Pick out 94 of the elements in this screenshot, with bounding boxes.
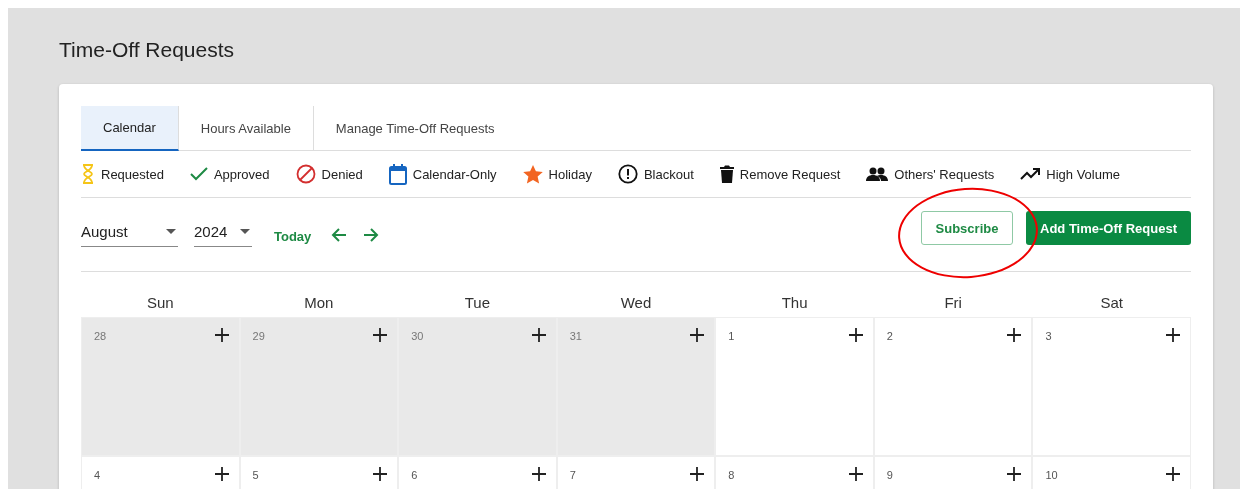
plus-icon <box>848 467 863 481</box>
legend-label: Approved <box>213 166 270 182</box>
trending-up-icon <box>1020 168 1041 180</box>
arrow-left-icon <box>331 227 348 242</box>
day-cell[interactable]: 28 <box>82 318 239 455</box>
hourglass-icon <box>81 164 95 184</box>
add-button[interactable] <box>848 328 863 342</box>
plus-icon <box>531 328 546 342</box>
day-number: 7 <box>569 469 576 481</box>
day-cell[interactable]: 31 <box>557 318 715 455</box>
day-cell[interactable]: 5 <box>240 457 398 489</box>
day-number: 4 <box>94 469 101 481</box>
plus-icon <box>1166 467 1180 481</box>
legend-label: Calendar-Only <box>412 166 497 182</box>
add-button[interactable] <box>214 467 229 481</box>
plus-icon <box>1007 328 1022 342</box>
add-button[interactable] <box>1166 467 1180 481</box>
day-cell[interactable]: 6 <box>399 457 556 489</box>
tab[interactable]: Calendar <box>81 106 179 151</box>
day-number: 9 <box>886 469 893 481</box>
plus-icon <box>1166 328 1180 342</box>
checkmark-icon <box>189 167 208 181</box>
year-dropdown[interactable]: 2024 <box>194 222 252 247</box>
add-request-button[interactable]: Add Time-Off Request <box>1026 211 1191 245</box>
day-cell[interactable]: 29 <box>240 318 398 455</box>
day-number: 30 <box>411 330 424 342</box>
add-button[interactable] <box>531 467 546 481</box>
page-title: Time-Off Requests <box>59 37 235 63</box>
plus-icon <box>214 328 229 342</box>
day-number: 28 <box>94 330 107 342</box>
legend-label: Others' Requests <box>894 166 995 182</box>
day-cell[interactable]: 10 <box>1033 457 1190 489</box>
plus-icon <box>373 328 388 342</box>
add-button[interactable] <box>373 328 388 342</box>
month-dropdown[interactable]: August <box>81 222 178 247</box>
day-cell[interactable]: 30 <box>399 318 556 455</box>
dropdown-caret-icon <box>240 228 250 234</box>
plus-icon <box>531 467 546 481</box>
day-number: 1 <box>728 330 735 342</box>
today-button[interactable]: Today <box>274 229 312 244</box>
day-number: 29 <box>252 330 265 342</box>
legend-label: Blackout <box>643 166 694 182</box>
plus-icon <box>848 328 863 342</box>
legend-label: High Volume <box>1046 166 1120 182</box>
weekday-header: Fri <box>943 294 963 311</box>
day-number: 2 <box>886 330 893 342</box>
legend-label: Denied <box>321 166 363 182</box>
add-button[interactable] <box>531 328 546 342</box>
day-cell[interactable]: 4 <box>82 457 239 489</box>
day-number: 10 <box>1045 469 1058 481</box>
day-cell[interactable]: 7 <box>557 457 715 489</box>
day-cell[interactable]: 9 <box>874 457 1032 489</box>
weekday-header: Mon <box>303 294 335 311</box>
add-button[interactable] <box>373 467 388 481</box>
plus-icon <box>690 467 705 481</box>
plus-icon <box>214 467 229 481</box>
subscribe-button[interactable]: Subscribe <box>921 211 1013 245</box>
exclamation-circle-icon <box>617 164 638 184</box>
tab[interactable]: Hours Available <box>178 106 314 150</box>
weekday-header: Tue <box>463 294 492 311</box>
legend-label: Holiday <box>548 166 592 182</box>
add-button[interactable] <box>690 467 705 481</box>
legend-label: Remove Request <box>739 166 841 182</box>
trash-icon <box>719 165 734 183</box>
add-button[interactable] <box>690 328 705 342</box>
weekday-header: Wed <box>619 294 653 311</box>
tab[interactable]: Manage Time-Off Requests <box>313 106 517 150</box>
people-icon <box>866 167 889 181</box>
day-cell[interactable]: 2 <box>874 318 1032 455</box>
weekday-header: Sun <box>145 294 175 311</box>
day-number: 8 <box>728 469 735 481</box>
day-number: 5 <box>252 469 259 481</box>
day-number: 6 <box>411 469 418 481</box>
star-icon <box>522 164 543 184</box>
arrow-right-icon <box>363 227 380 242</box>
dropdown-caret-icon <box>166 228 176 234</box>
plus-icon <box>373 467 388 481</box>
day-cell[interactable]: 8 <box>716 457 873 489</box>
add-button[interactable] <box>214 328 229 342</box>
legend-label: Requested <box>101 166 164 182</box>
weekday-header: Thu <box>780 294 809 311</box>
calendar-icon <box>388 163 407 185</box>
day-number: 31 <box>569 330 582 342</box>
plus-icon <box>1007 467 1022 481</box>
day-cell[interactable]: 1 <box>716 318 873 455</box>
prohibited-icon <box>295 164 316 184</box>
plus-icon <box>690 328 705 342</box>
day-cell[interactable]: 3 <box>1033 318 1190 455</box>
weekday-header: Sat <box>1099 294 1124 311</box>
day-number: 3 <box>1045 330 1052 342</box>
add-button[interactable] <box>848 467 863 481</box>
add-button[interactable] <box>1007 328 1022 342</box>
add-button[interactable] <box>1166 328 1180 342</box>
add-button[interactable] <box>1007 467 1022 481</box>
